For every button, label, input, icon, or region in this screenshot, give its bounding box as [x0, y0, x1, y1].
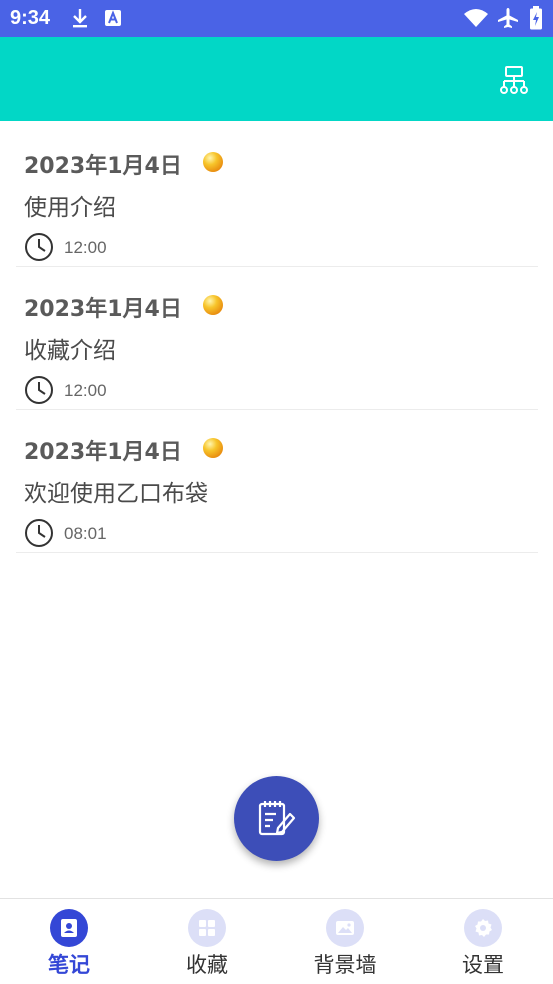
- nav-item-notes[interactable]: 笔记: [0, 899, 138, 984]
- nav-label: 背景墙: [313, 953, 377, 977]
- battery-icon: [530, 6, 542, 30]
- note-item[interactable]: 2023年1月4日 使用介绍 12:00: [16, 124, 538, 267]
- note-date: 2023年1月4日: [24, 154, 182, 179]
- note-date: 2023年1月4日: [24, 440, 182, 465]
- mood-dot-icon: [203, 438, 223, 458]
- grid-icon: [199, 920, 215, 936]
- new-note-button[interactable]: [234, 776, 319, 861]
- mood-dot-icon: [203, 295, 223, 315]
- contact-icon: [61, 919, 77, 937]
- clock-icon: [25, 376, 53, 404]
- nav-item-background-wall[interactable]: 背景墙: [276, 899, 414, 984]
- edit-note-icon: [258, 801, 296, 836]
- download-icon: [73, 9, 87, 28]
- nav-item-favorites[interactable]: 收藏: [138, 899, 276, 984]
- nav-label: 设置: [462, 953, 504, 977]
- nav-circle: [50, 909, 88, 947]
- note-item[interactable]: 2023年1月4日 欢迎使用乙口布袋 08:01: [16, 410, 538, 553]
- note-title: 使用介绍: [24, 195, 116, 221]
- status-time: 9:34: [10, 7, 51, 29]
- nav-item-settings[interactable]: 设置: [414, 899, 552, 984]
- note-title: 收藏介绍: [24, 338, 116, 364]
- airplane-icon: [498, 8, 518, 28]
- nav-label: 笔记: [48, 953, 90, 977]
- note-item[interactable]: 2023年1月4日 收藏介绍 12:00: [16, 267, 538, 410]
- notes-list: 2023年1月4日 使用介绍 12:00 2023年1月4日 收藏介绍 12:0…: [16, 124, 538, 553]
- bottom-nav: 笔记 收藏 背景墙 设置: [0, 898, 553, 984]
- nav-label: 收藏: [186, 953, 228, 977]
- clock-icon: [25, 519, 53, 547]
- note-time: 12:00: [64, 381, 107, 400]
- mood-dot-icon: [203, 152, 223, 172]
- app-a-icon: [105, 10, 121, 26]
- status-bar: 9:34: [0, 0, 553, 37]
- note-title: 欢迎使用乙口布袋: [24, 481, 208, 507]
- gear-icon: [475, 919, 492, 937]
- nav-circle: [188, 909, 226, 947]
- tree-structure-icon[interactable]: [499, 65, 529, 95]
- wifi-icon: [464, 9, 488, 27]
- clock-icon: [25, 233, 53, 261]
- toolbar: [0, 37, 553, 121]
- note-time: 08:01: [64, 524, 107, 543]
- nav-circle: [464, 909, 502, 947]
- nav-circle: [326, 909, 364, 947]
- image-icon: [336, 921, 354, 935]
- note-date: 2023年1月4日: [24, 297, 182, 322]
- note-time: 12:00: [64, 238, 107, 257]
